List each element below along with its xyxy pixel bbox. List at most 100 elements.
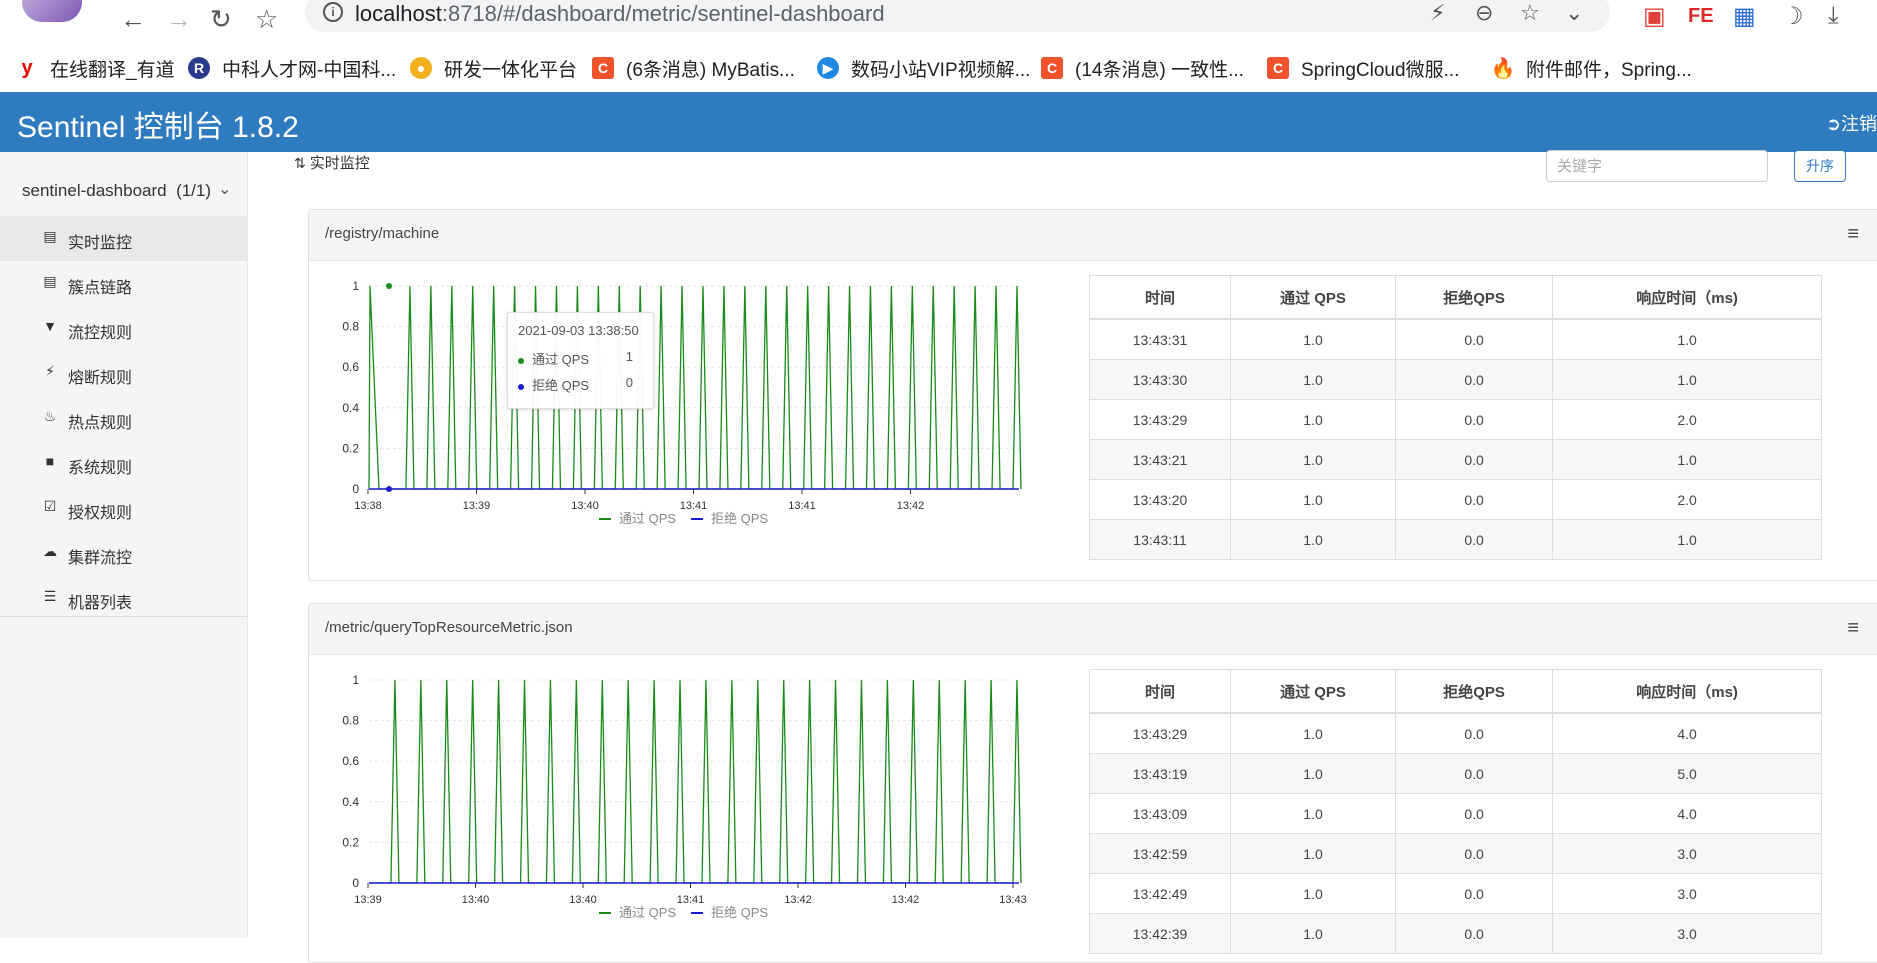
zoom-out-icon[interactable]: ⊖ <box>1475 0 1493 26</box>
extension-puzzle-icon[interactable]: ▦ <box>1733 2 1756 31</box>
legend-block-label: 拒绝 QPS <box>711 905 768 920</box>
sidebar-item-label: 机器列表 <box>68 595 133 612</box>
metrics-table: 时间 通过 QPS 拒绝QPS 响应时间（ms) 13:43:31 1.0 0.0 1.0 13… <box>1088 275 1822 560</box>
sidebar-item-degrade-rules[interactable]: ⚡ 熔断规则 <box>0 351 247 396</box>
sort-ascending-button[interactable]: 升序 <box>1794 150 1846 182</box>
flash-icon: ⚡ <box>45 363 55 379</box>
sidebar-item-label: 流控规则 <box>68 325 133 342</box>
sidebar-item-label: 集群流控 <box>68 550 133 567</box>
sidebar-item-system-rules[interactable]: ■ 系统规则 <box>0 441 247 486</box>
panel-menu-icon[interactable]: ≡ <box>1847 223 1859 246</box>
bookmark-item[interactable]: y 在线翻译_有道 <box>16 56 174 81</box>
url-text[interactable]: localhost:8718/#/dashboard/metric/sentin… <box>355 1 885 27</box>
table-row: 13:43:31 1.0 0.0 1.0 <box>1088 318 1822 360</box>
table-cell: 0.0 <box>1395 913 1554 954</box>
sidebar-item-label: 簇点链路 <box>68 280 133 297</box>
table-cell: 1.0 <box>1552 439 1822 480</box>
x-tick-label: 13:43 <box>999 894 1027 906</box>
site-info-icon[interactable]: i <box>323 2 343 22</box>
table-cell: 1.0 <box>1230 439 1397 480</box>
bookmark-item[interactable]: ▶ 数码小站VIP视频解... <box>817 56 1030 81</box>
bookmark-item[interactable]: C SpringCloud微服... <box>1267 56 1460 81</box>
table-cell: 0.0 <box>1395 753 1554 794</box>
download-icon[interactable]: ⤓ <box>1828 2 1839 30</box>
table-cell: 13:43:29 <box>1088 399 1232 440</box>
qps-chart[interactable]: 0 0.2 0.4 0.6 0.8 1 13:39 13:40 13:40 13:41 13:42 1… <box>309 655 1049 925</box>
sidebar-item-authority-rules[interactable]: ☑ 授权规则 <box>0 486 247 531</box>
star-bookmark-icon[interactable]: ☆ <box>255 6 278 32</box>
table-cell: 13:43:30 <box>1088 359 1232 400</box>
app-selector[interactable]: sentinel-dashboard (1/1) <box>22 181 211 201</box>
column-header[interactable]: 响应时间（ms) <box>1552 669 1822 714</box>
bookmark-label: SpringCloud微服... <box>1301 59 1460 81</box>
qps-chart[interactable]: 0 0.2 0.4 0.6 0.8 1 13:38 13:39 13:40 13:41 13:41 1… <box>309 261 1049 531</box>
y-tick-label: 0 <box>352 876 359 890</box>
bookmark-item[interactable]: C (14条消息) 一致性... <box>1041 56 1244 81</box>
sidebar: sentinel-dashboard (1/1) ⌄ ▤ 实时监控 ▤ 簇点链路 ▼… <box>0 152 248 938</box>
app-header: Sentinel 控制台 1.8.2 ➲注销 <box>0 92 1877 152</box>
table-row: 13:43:20 1.0 0.0 2.0 <box>1088 479 1822 520</box>
reload-icon[interactable]: ↻ <box>210 6 232 32</box>
logout-link[interactable]: ➲注销 <box>1826 110 1877 136</box>
y-tick-label: 0.4 <box>342 401 359 415</box>
chevron-down-icon[interactable]: ⌄ <box>218 179 231 199</box>
bookmark-item[interactable]: 🔥 附件邮件，Spring... <box>1491 56 1692 81</box>
favorite-star-icon[interactable]: ☆ <box>1520 0 1540 26</box>
sidebar-item-flow-rules[interactable]: ▼ 流控规则 <box>0 306 247 351</box>
table-cell: 0.0 <box>1395 439 1554 480</box>
bookmark-item[interactable]: R 中科人才网-中国科... <box>188 56 396 81</box>
dark-mode-icon[interactable]: ☽ <box>1782 2 1804 31</box>
y-tick-label: 0.6 <box>342 754 359 768</box>
table-cell: 1.0 <box>1230 793 1397 834</box>
sidebar-item-cluster-link[interactable]: ▤ 簇点链路 <box>0 261 247 306</box>
column-header[interactable]: 拒绝QPS <box>1395 275 1554 320</box>
lightning-icon[interactable]: ⚡ <box>1430 0 1445 26</box>
column-header[interactable]: 拒绝QPS <box>1395 669 1554 714</box>
panel-header: /metric/queryTopResourceMetric.json ≡ <box>309 604 1877 655</box>
lock-icon: ■ <box>45 453 55 469</box>
panel-menu-icon[interactable]: ≡ <box>1847 617 1859 640</box>
x-tick-label: 13:42 <box>897 500 925 512</box>
table-cell: 0.0 <box>1395 712 1554 754</box>
x-tick-label: 13:41 <box>680 500 708 512</box>
table-row: 13:42:39 1.0 0.0 3.0 <box>1088 913 1822 954</box>
y-tick-label: 0.8 <box>342 320 359 334</box>
extension-fe-icon[interactable]: FE <box>1688 5 1714 28</box>
search-input[interactable] <box>1546 150 1768 182</box>
bookmark-item[interactable]: ● 研发一体化平台 <box>410 56 577 81</box>
address-bar[interactable]: i localhost:8718/#/dashboard/metric/sent… <box>305 0 1610 32</box>
bookmark-item[interactable]: C (6条消息) MyBatis... <box>592 56 795 81</box>
table-cell: 3.0 <box>1552 873 1822 914</box>
extension-red-icon[interactable]: ▣ <box>1643 2 1666 31</box>
column-header[interactable]: 时间 <box>1088 275 1232 320</box>
column-header[interactable]: 响应时间（ms) <box>1552 275 1822 320</box>
y-tick-label: 0.4 <box>342 795 359 809</box>
chevron-down-icon[interactable]: ⌄ <box>1565 0 1583 26</box>
table-header-row: 时间 通过 QPS 拒绝QPS 响应时间（ms) <box>1088 669 1822 714</box>
x-tick-label: 13:42 <box>892 894 920 906</box>
cloud-icon: ☁ <box>43 543 57 559</box>
profile-avatar[interactable] <box>22 0 82 22</box>
app-count-label: (1/1) <box>176 181 212 200</box>
pass-point-marker <box>386 283 392 289</box>
back-icon[interactable]: ← <box>120 6 146 32</box>
table-cell: 13:43:09 <box>1088 793 1232 834</box>
table-cell: 1.0 <box>1230 479 1397 520</box>
table-cell: 2.0 <box>1552 399 1822 440</box>
sidebar-item-cluster-flow[interactable]: ☁ 集群流控 <box>0 531 247 576</box>
table-header-row: 时间 通过 QPS 拒绝QPS 响应时间（ms) <box>1088 275 1822 320</box>
sidebar-item-hotspot-rules[interactable]: ♨ 热点规则 <box>0 396 247 441</box>
sidebar-item-machine-list[interactable]: ☰ 机器列表 <box>0 576 247 621</box>
table-cell: 0.0 <box>1395 519 1554 560</box>
column-header[interactable]: 通过 QPS <box>1230 669 1397 714</box>
column-header[interactable]: 通过 QPS <box>1230 275 1397 320</box>
app-title[interactable]: Sentinel 控制台 1.8.2 <box>17 102 299 146</box>
bookmark-label: (14条消息) 一致性... <box>1075 59 1244 81</box>
column-header[interactable]: 时间 <box>1088 669 1232 714</box>
metric-panel: /metric/queryTopResourceMetric.json ≡ 0 0… <box>308 603 1877 963</box>
forward-icon[interactable]: → <box>166 6 192 32</box>
bookmarks-bar: y 在线翻译_有道 R 中科人才网-中国科... ● 研发一体化平台 C (6条消息) … <box>0 45 1877 93</box>
chart-tooltip: 2021-09-03 13:38:50 通过 QPS 1 拒绝 QPS 0 <box>507 312 654 409</box>
sidebar-item-realtime-monitor[interactable]: ▤ 实时监控 <box>0 216 247 261</box>
y-tick-label: 0.2 <box>342 441 359 455</box>
